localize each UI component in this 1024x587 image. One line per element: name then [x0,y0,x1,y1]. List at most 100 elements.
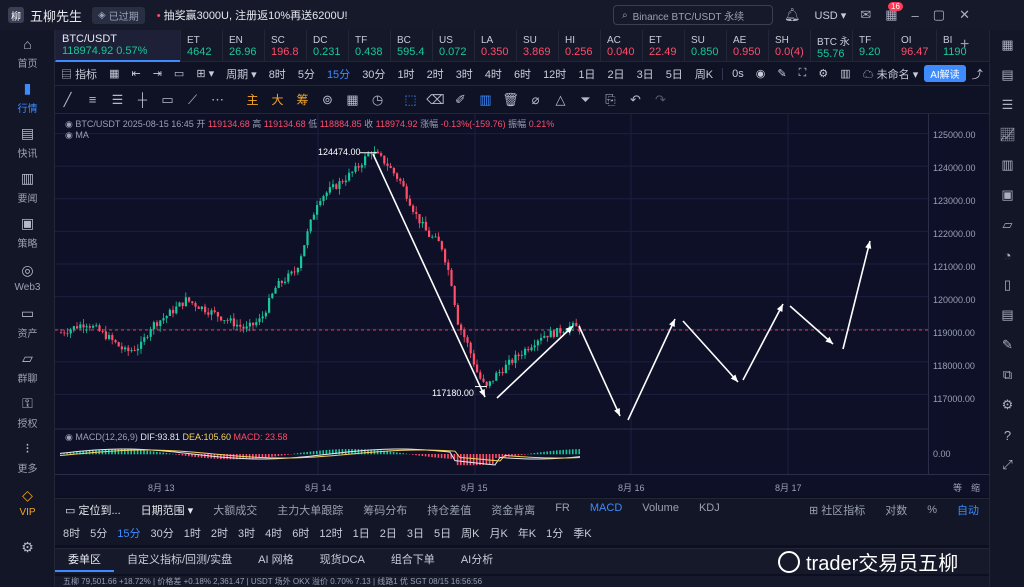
interval-8[interactable]: 6时 [508,66,537,82]
interval-tab[interactable]: 12时 [314,525,347,541]
ai-interpret-button[interactable]: AI解读 [924,65,966,82]
trade-tab[interactable]: 委单区 [55,551,114,572]
calendar-icon[interactable]: ▦ [103,67,125,80]
channel-tool-icon[interactable]: ☰ [105,90,130,110]
magnet-icon[interactable]: ⊚ [315,90,340,110]
expand-icon[interactable]: ⤢ [990,450,1024,480]
fullscreen-icon[interactable]: ⛶ [793,67,813,80]
pct-toggle[interactable]: % [917,504,947,516]
brush-icon[interactable]: ✐ [448,90,473,110]
layout-name-select[interactable]: ☁ 未命名 ▾ [857,66,925,82]
trash-icon[interactable]: 🗑︎ [498,90,523,110]
interval-13[interactable]: 5日 [660,66,689,82]
interval-tab[interactable]: 30分 [146,525,179,541]
indicator-button[interactable]: ▤ 指标 [55,66,103,82]
rect-tool-icon[interactable]: ▭ [155,90,180,110]
ticker-item[interactable]: AC 0.040 [600,30,642,62]
trade-tab[interactable]: AI 网格 [245,551,306,572]
ticker-item[interactable]: TF 9.20 [852,30,894,62]
ticker-main[interactable]: BTC/USDT 118974.92 0.57% [55,30,180,62]
interval-4[interactable]: 1时 [391,66,420,82]
interval-tab[interactable]: 4时 [260,525,287,541]
ticker-item[interactable]: BI 1190 [936,30,978,62]
trade-tab[interactable]: 组合下单 [378,551,448,572]
settings-icon[interactable]: ⚙ [990,390,1024,420]
ticker-item[interactable]: LA 0.350 [474,30,516,62]
timer-tool-icon[interactable]: ◷ [365,90,390,110]
ticker-item[interactable]: US 0.072 [432,30,474,62]
community-indicator-button[interactable]: ⊞ 社区指标 [799,502,875,518]
copy-icon[interactable]: ⎘ [598,90,623,110]
interval-9[interactable]: 12时 [537,66,572,82]
interval-12[interactable]: 3日 [631,66,660,82]
auto-toggle[interactable]: 自动 [947,502,989,518]
interval-tab[interactable]: 1日 [348,525,375,541]
promo-banner[interactable]: • 抽奖赢3000U, 注册返10%再送6200U! [157,7,348,23]
ticker-item[interactable]: AE 0.950 [726,30,768,62]
chart-area[interactable] [55,114,928,474]
more-tools-icon[interactable]: ⋯ [205,90,230,110]
calendar-tool-icon[interactable]: ▦ [340,90,365,110]
ticker-item[interactable]: SU 0.850 [684,30,726,62]
chat-icon[interactable]: ▱ [990,210,1024,240]
interval-3[interactable]: 30分 [356,66,391,82]
trade-tab[interactable]: 现货DCA [307,551,378,572]
interval-tab[interactable]: 1分 [541,525,568,541]
ray-tool-icon[interactable]: ⟋ [180,90,205,110]
hline-tool-icon[interactable]: ≡ [80,90,105,110]
indicator-tab[interactable]: KDJ [689,502,730,518]
period-select[interactable]: 周期 ▾ [220,66,263,82]
bell-icon[interactable]: 🔔︎ [784,7,801,23]
currency-select[interactable]: USD ▾ [815,9,847,22]
nav-home[interactable]: ⌂ 首页 [0,30,55,75]
nav-assets[interactable]: ▭ 资产 [0,300,55,345]
gear-icon[interactable]: ⚙ [812,67,834,80]
indicator-tab[interactable]: 资金背离 [481,502,545,518]
undo-icon[interactable]: ↶ [623,90,648,110]
nav-chat[interactable]: ▱ 群聊 [0,345,55,390]
interval-tab[interactable]: 3时 [233,525,260,541]
paint-icon[interactable]: ✎ [990,330,1024,360]
interval-tab[interactable]: 3日 [402,525,429,541]
close-icon[interactable]: ✕ [959,7,970,23]
doc-icon[interactable]: ▤ [990,300,1024,330]
bell-icon[interactable]: ◔ [990,240,1024,270]
add-ticker-button[interactable]: + [960,36,969,54]
ticker-item[interactable]: SC 196.8 [264,30,306,62]
interval-tab[interactable]: 年K [513,525,541,541]
indicator-tab[interactable]: 主力大单跟踪 [267,502,353,518]
compare-icon[interactable]: ⇤ [125,67,146,80]
interval-tab[interactable]: 5日 [429,525,456,541]
interval-2[interactable]: 15分 [321,66,356,82]
mail-icon[interactable]: ✉ [860,7,871,23]
interval-6[interactable]: 3时 [450,66,479,82]
nav-vip[interactable]: ◇ VIP [0,480,55,525]
indicator-tab[interactable]: FR [545,502,580,518]
pen-icon[interactable]: ✎ [771,67,792,80]
ticker-item[interactable]: OI 96.47 [894,30,936,62]
share-icon[interactable]: ⤴ [966,66,989,82]
expired-badge[interactable]: ◈ 已过期 [92,6,145,24]
interval-0[interactable]: 8时 [263,66,292,82]
zoom-icon[interactable]: ⇥ [147,67,168,80]
locate-button[interactable]: ▭ 定位到... [55,502,131,518]
interval-14[interactable]: 周K [689,66,719,82]
interval-tab[interactable]: 5分 [85,525,112,541]
calc-icon[interactable]: ▣ [990,180,1024,210]
big-order-button[interactable]: 大 [265,90,290,110]
search-input[interactable]: ⌕ Binance BTC/USDT 永续 [613,5,773,25]
minimize-icon[interactable]: – [912,8,919,23]
eraser-icon[interactable]: ⌫ [423,90,448,110]
interval-7[interactable]: 4时 [479,66,508,82]
trade-tab[interactable]: AI分析 [448,551,506,572]
ticker-item[interactable]: HI 0.256 [558,30,600,62]
fit-icon[interactable]: ▭ [168,67,190,80]
candle-tool-icon[interactable]: ▥ [473,90,498,110]
nav-headlines[interactable]: ▥ 要闻 [0,165,55,210]
redo-icon[interactable]: ↷ [648,90,673,110]
indicator-tab[interactable]: 大额成交 [203,502,267,518]
nav-more[interactable]: ⁝ 更多 [0,435,55,480]
interval-tab[interactable]: 1时 [179,525,206,541]
plugin-icon[interactable]: ⧉ [990,360,1024,390]
interval-tab[interactable]: 6时 [287,525,314,541]
